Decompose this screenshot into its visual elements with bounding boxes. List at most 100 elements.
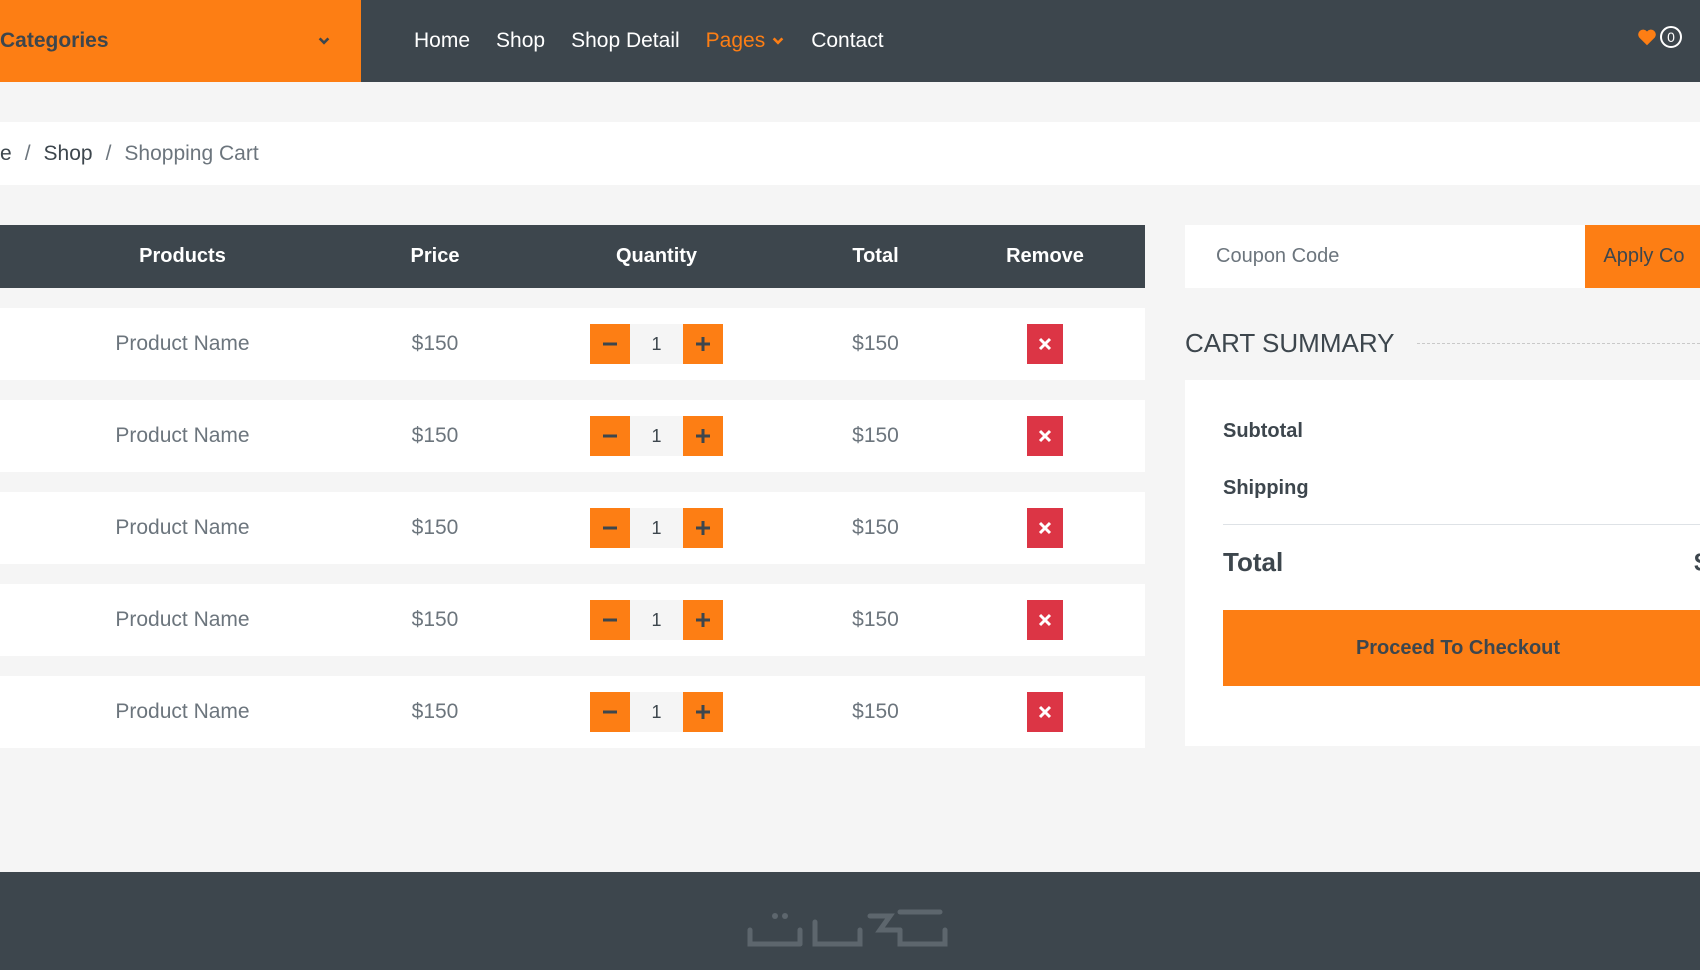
cart-summary: Subtotal $1 Shipping $ Total $1 Proceed … xyxy=(1185,380,1700,746)
chevron-down-icon xyxy=(318,37,330,45)
product-total: $150 xyxy=(852,700,899,723)
breadcrumb-current: Shopping Cart xyxy=(124,141,259,165)
decrease-quantity-button[interactable] xyxy=(590,324,630,364)
remove-button[interactable] xyxy=(1027,600,1063,640)
table-header: Products Price Quantity Total Remove xyxy=(0,225,1145,288)
wishlist-count-badge: 0 xyxy=(1660,26,1682,48)
increase-quantity-button[interactable] xyxy=(683,416,723,456)
table-row: Product Name $150 1 $150 xyxy=(0,492,1145,564)
close-icon xyxy=(1038,613,1052,627)
close-icon xyxy=(1038,337,1052,351)
increase-quantity-button[interactable] xyxy=(683,324,723,364)
breadcrumb-separator: / xyxy=(105,141,112,165)
decrease-quantity-button[interactable] xyxy=(590,416,630,456)
remove-button[interactable] xyxy=(1027,324,1063,364)
plus-icon xyxy=(696,521,710,535)
table-row: Product Name $150 1 $150 xyxy=(0,400,1145,472)
summary-divider xyxy=(1223,524,1700,525)
quantity-value[interactable]: 1 xyxy=(630,600,683,640)
product-price: $150 xyxy=(411,332,459,355)
table-row: Product Name $150 1 $150 xyxy=(0,308,1145,380)
remove-cell xyxy=(980,584,1110,656)
breadcrumb: e / Shop / Shopping Cart xyxy=(0,122,1700,185)
remove-button[interactable] xyxy=(1027,692,1063,732)
heart-icon xyxy=(1638,29,1656,46)
nav-pages[interactable]: Pages xyxy=(706,29,786,53)
breadcrumb-shop[interactable]: Shop xyxy=(44,142,93,166)
header-products: Products xyxy=(139,245,226,267)
quantity-value[interactable]: 1 xyxy=(630,508,683,548)
total-value: $1 xyxy=(1694,547,1700,578)
cart-table: Products Price Quantity Total Remove Pro… xyxy=(0,225,1145,748)
proceed-to-checkout-button[interactable]: Proceed To Checkout xyxy=(1223,610,1700,686)
shipping-row: Shipping $ xyxy=(1223,477,1700,500)
product-price: $150 xyxy=(411,608,459,631)
shipping-label: Shipping xyxy=(1223,477,1309,499)
plus-icon xyxy=(696,705,710,719)
remove-cell xyxy=(980,492,1110,564)
nav-shop-detail[interactable]: Shop Detail xyxy=(571,29,680,53)
quantity-stepper: 1 xyxy=(535,584,778,656)
minus-icon xyxy=(603,342,617,346)
chevron-down-icon xyxy=(772,37,784,45)
remove-button[interactable] xyxy=(1027,416,1063,456)
cart-summary-title: CART SUMMARY xyxy=(1185,328,1395,358)
product-price: $150 xyxy=(411,424,459,447)
decrease-quantity-button[interactable] xyxy=(590,692,630,732)
decrease-quantity-button[interactable] xyxy=(590,600,630,640)
remove-cell xyxy=(980,308,1110,380)
remove-cell xyxy=(980,676,1110,748)
nav-shop[interactable]: Shop xyxy=(496,29,545,53)
watermark-logo xyxy=(747,909,948,947)
header-quantity: Quantity xyxy=(615,245,698,267)
decrease-quantity-button[interactable] xyxy=(590,508,630,548)
nav-contact[interactable]: Contact xyxy=(811,29,883,53)
quantity-value[interactable]: 1 xyxy=(630,416,683,456)
header-total: Total xyxy=(852,245,899,267)
product-name: Product Name xyxy=(115,700,250,723)
heading-divider xyxy=(1416,343,1700,344)
plus-icon xyxy=(696,613,710,627)
nav-pages-label: Pages xyxy=(705,29,766,52)
header-remove: Remove xyxy=(1006,245,1084,267)
breadcrumb-separator: / xyxy=(24,141,31,165)
subtotal-label: Subtotal xyxy=(1223,420,1303,442)
cart-summary-heading: CART SUMMARY xyxy=(1185,328,1700,359)
quantity-stepper: 1 xyxy=(535,492,778,564)
close-icon xyxy=(1038,429,1052,443)
product-total: $150 xyxy=(852,516,899,539)
quantity-value[interactable]: 1 xyxy=(630,324,683,364)
quantity-value[interactable]: 1 xyxy=(630,692,683,732)
product-total: $150 xyxy=(852,608,899,631)
product-name: Product Name xyxy=(115,608,250,631)
product-price: $150 xyxy=(411,516,459,539)
breadcrumb-home[interactable]: e xyxy=(0,142,12,166)
increase-quantity-button[interactable] xyxy=(683,692,723,732)
remove-button[interactable] xyxy=(1027,508,1063,548)
product-name: Product Name xyxy=(115,424,250,447)
product-price: $150 xyxy=(411,700,459,723)
product-name: Product Name xyxy=(115,516,250,539)
categories-dropdown[interactable]: Categories xyxy=(0,0,361,82)
coupon-code-input[interactable] xyxy=(1185,225,1586,288)
minus-icon xyxy=(603,434,617,438)
product-total: $150 xyxy=(852,424,899,447)
header-price: Price xyxy=(410,245,460,267)
quantity-stepper: 1 xyxy=(535,400,778,472)
footer xyxy=(0,872,1700,970)
wishlist[interactable]: 0 xyxy=(1636,26,1682,48)
subtotal-row: Subtotal $1 xyxy=(1223,420,1700,443)
increase-quantity-button[interactable] xyxy=(683,508,723,548)
product-total: $150 xyxy=(852,332,899,355)
close-icon xyxy=(1038,705,1052,719)
coupon-form: Apply Co xyxy=(1185,225,1700,288)
total-row: Total $1 xyxy=(1223,547,1700,578)
remove-cell xyxy=(980,400,1110,472)
increase-quantity-button[interactable] xyxy=(683,600,723,640)
quantity-stepper: 1 xyxy=(535,308,778,380)
apply-coupon-button[interactable]: Apply Co xyxy=(1585,225,1700,288)
top-navbar: Categories Home Shop Shop Detail Pages C… xyxy=(0,0,1700,82)
plus-icon xyxy=(696,429,710,443)
plus-icon xyxy=(696,337,710,351)
nav-home[interactable]: Home xyxy=(414,29,470,53)
